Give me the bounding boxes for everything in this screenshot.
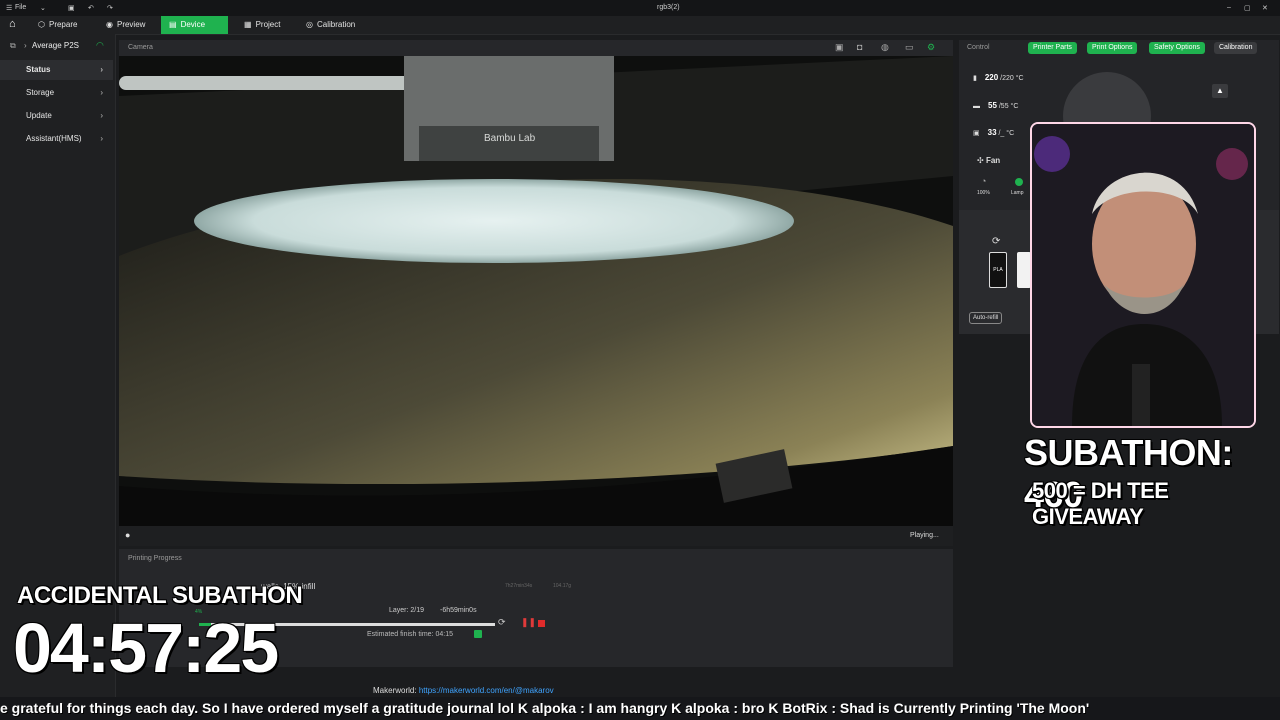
filament-slot[interactable]: PLA bbox=[989, 252, 1007, 288]
eye-icon: ◉ bbox=[106, 20, 113, 29]
refresh-ams-icon[interactable]: ⟳ bbox=[992, 236, 1000, 247]
settings-icon[interactable]: ⚙ bbox=[927, 42, 935, 53]
webcam-image bbox=[1032, 124, 1254, 426]
fan-percent: 100% bbox=[977, 190, 990, 196]
nozzle-icon: ▮ bbox=[973, 75, 977, 82]
status-indicator bbox=[474, 630, 482, 638]
subathon-timer: 04:57:25 bbox=[13, 609, 279, 687]
ticker-text: e grateful for things each day. So I hav… bbox=[0, 700, 1090, 716]
giveaway-text: 500 = DH TEE GIVEAWAY bbox=[1032, 478, 1169, 529]
wifi-icon: ◠ bbox=[96, 40, 104, 50]
layer-info: Layer: 2/19 bbox=[389, 607, 425, 614]
timelapse-icon[interactable]: ▣ bbox=[835, 42, 844, 53]
printer-icon: ⧉ bbox=[10, 41, 16, 50]
minimize-button[interactable]: – bbox=[1227, 4, 1231, 11]
pause-button[interactable]: ❚❚ bbox=[521, 617, 536, 628]
chevron-right-icon: › bbox=[100, 88, 103, 97]
camera-footer: ● Playing... bbox=[119, 526, 953, 546]
tab-preview[interactable]: ◉ Preview bbox=[98, 16, 153, 34]
chevron-right-icon: › bbox=[24, 41, 27, 50]
streamer-webcam bbox=[1030, 122, 1256, 428]
safety-options-button[interactable]: Safety Options bbox=[1149, 42, 1205, 54]
sidebar-item-update[interactable]: Update › bbox=[0, 106, 113, 126]
undo-icon[interactable]: ↶ bbox=[88, 4, 94, 12]
tab-project[interactable]: ▦ Project bbox=[236, 16, 288, 34]
lamp-label: Lamp bbox=[1011, 190, 1024, 196]
fan-icon: ✣ bbox=[977, 156, 984, 165]
printer-brand-label: Bambu Lab bbox=[484, 133, 536, 144]
finish-time: Estimated finish time: 04:15 bbox=[367, 631, 453, 638]
file-menu[interactable]: File bbox=[15, 4, 26, 11]
camera-title: Camera bbox=[128, 44, 153, 51]
tab-device[interactable]: ▤ Device bbox=[161, 16, 228, 34]
camera-status: Playing... bbox=[910, 532, 939, 539]
camera-feed[interactable]: Bambu Lab bbox=[119, 56, 953, 526]
bed-temp[interactable]: ▬ 55 /55 °C bbox=[973, 101, 1018, 110]
makerworld-link[interactable]: https://makerworld.com/en/@makarov bbox=[419, 686, 554, 695]
chamber-temp[interactable]: ▣ 33 /_ °C bbox=[973, 128, 1014, 137]
chevron-down-icon[interactable]: ⌄ bbox=[40, 4, 46, 12]
remaining-time: -6h59min0s bbox=[440, 607, 477, 614]
chevron-right-icon: › bbox=[100, 134, 103, 143]
sidebar-item-status[interactable]: Status › bbox=[0, 60, 113, 80]
chevron-right-icon: › bbox=[100, 65, 103, 74]
record-icon[interactable]: ◍ bbox=[881, 42, 889, 53]
speed-icon[interactable]: ◔ bbox=[981, 176, 986, 186]
snapshot-icon[interactable]: ▭ bbox=[905, 42, 914, 53]
camera-settings-icon[interactable]: ● bbox=[125, 530, 130, 540]
redo-icon[interactable]: ↷ bbox=[107, 4, 113, 12]
device-icon: ▤ bbox=[169, 20, 177, 29]
lamp-icon[interactable] bbox=[1015, 178, 1023, 186]
title-bar: ☰ File ⌄ ▣ ↶ ↷ rgb3(2) – ▢ ✕ bbox=[0, 0, 1280, 16]
chamber-icon: ▣ bbox=[973, 130, 980, 137]
total-time: 7h27min34s bbox=[505, 583, 533, 589]
camera-header: Camera ▣ ◘ ◍ ▭ ⚙ bbox=[119, 40, 953, 56]
save-icon[interactable]: ▣ bbox=[68, 4, 75, 12]
auto-refill-button[interactable]: Auto-refill bbox=[969, 312, 1003, 324]
timer-title: ACCIDENTAL SUBATHON bbox=[17, 582, 303, 609]
print-options-button[interactable]: Print Options bbox=[1087, 42, 1138, 54]
cube-icon: ⬡ bbox=[38, 20, 45, 29]
calibration-button[interactable]: Calibration bbox=[1214, 42, 1258, 54]
makerworld-credit: Makerworld: https://makerworld.com/en/@m… bbox=[373, 686, 554, 695]
target-icon: ◎ bbox=[306, 20, 313, 29]
window-title: rgb3(2) bbox=[657, 4, 680, 11]
chevron-right-icon: › bbox=[100, 111, 103, 120]
filament-weight: 104.17g bbox=[553, 583, 572, 589]
printer-name: Average P2S bbox=[32, 41, 79, 50]
video-icon[interactable]: ◘ bbox=[857, 42, 862, 52]
camera-image: Bambu Lab bbox=[119, 56, 953, 526]
home-icon[interactable]: ⌂ bbox=[9, 18, 16, 30]
fan-control[interactable]: ✣ Fan bbox=[977, 156, 1000, 165]
tab-calibration[interactable]: ◎ Calibration bbox=[298, 16, 363, 34]
stop-button[interactable] bbox=[538, 620, 545, 627]
printer-selector[interactable]: ⧉ › Average P2S ◠ bbox=[0, 38, 113, 54]
refresh-icon[interactable]: ⟳ bbox=[498, 617, 506, 628]
camera-panel: Camera ▣ ◘ ◍ ▭ ⚙ Bambu Lab ● Playing... bbox=[119, 40, 953, 546]
sidebar-item-storage[interactable]: Storage › bbox=[0, 83, 113, 103]
chat-ticker: e grateful for things each day. So I hav… bbox=[0, 697, 1280, 720]
bed-icon: ▬ bbox=[973, 103, 980, 110]
main-tab-bar: ⌂ ⬡ Prepare ◉ Preview ▤ Device ▦ Project ◎ Ca… bbox=[0, 16, 1280, 35]
close-button[interactable]: ✕ bbox=[1262, 4, 1268, 12]
nozzle-temp[interactable]: ▮ 220 /220 °C bbox=[973, 73, 1024, 82]
menu-icon[interactable]: ☰ bbox=[6, 4, 12, 12]
control-title: Control bbox=[967, 44, 990, 51]
progress-title: Printing Progress bbox=[128, 555, 182, 562]
maximize-button[interactable]: ▢ bbox=[1244, 4, 1251, 12]
sidebar-item-assistant[interactable]: Assistant(HMS) › bbox=[0, 129, 113, 149]
move-up-button[interactable]: ▲ bbox=[1212, 84, 1228, 98]
filament-slot-2[interactable] bbox=[1017, 252, 1031, 288]
project-icon: ▦ bbox=[244, 20, 252, 29]
tab-prepare[interactable]: ⬡ Prepare bbox=[30, 16, 85, 34]
printer-parts-button[interactable]: Printer Parts bbox=[1028, 42, 1077, 54]
